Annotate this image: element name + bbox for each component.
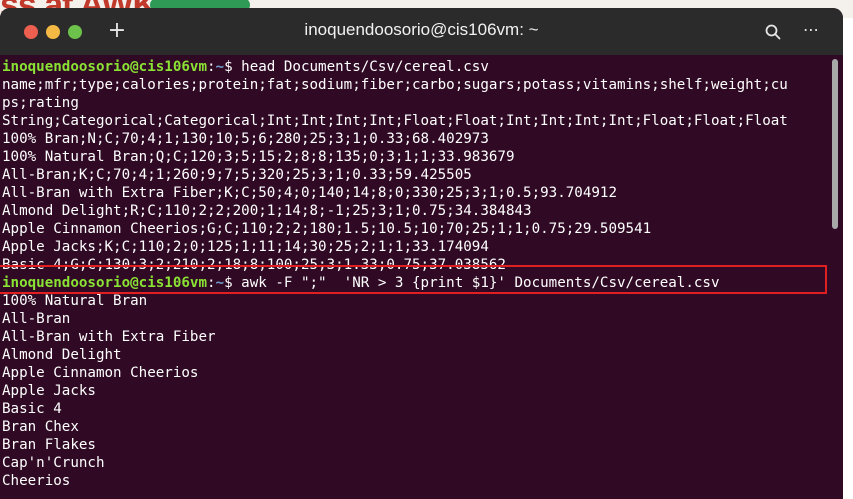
- output-line: 100% Bran;N;C;70;4;1;130;10;5;6;280;25;3…: [2, 131, 489, 147]
- output-line: All-Bran with Extra Fiber;K;C;50;4;0;140…: [2, 185, 617, 201]
- output-line: All-Bran with Extra Fiber: [2, 329, 216, 345]
- terminal-output[interactable]: inoquendoosorio@cis106vm:~$ head Documen…: [0, 55, 843, 499]
- output-line: Almond Delight;R;C;110;2;2;200;1;14;8;-1…: [2, 203, 532, 219]
- output-line: Cheerios: [2, 473, 71, 489]
- title-bar[interactable]: + inoquendoosorio@cis106vm: ~ ⋯: [0, 8, 843, 55]
- output-line: ps;rating: [2, 95, 79, 111]
- prompt-path: ~: [215, 59, 225, 75]
- output-line: Bran Flakes: [2, 437, 96, 453]
- prompt-symbol: $: [224, 59, 233, 75]
- output-line: Cap'n'Crunch: [2, 455, 105, 471]
- command-text: head Documents/Csv/cereal.csv: [232, 59, 489, 75]
- output-line: 100% Natural Bran;Q;C;120;3;5;15;2;8;8;1…: [2, 149, 515, 165]
- output-line: Almond Delight: [2, 347, 122, 363]
- window-title: inoquendoosorio@cis106vm: ~: [304, 20, 539, 39]
- output-line: All-Bran: [2, 311, 71, 327]
- output-line: Apple Cinnamon Cheerios;G;C;110;2;2;180;…: [2, 221, 652, 237]
- output-line: Basic 4: [2, 401, 62, 417]
- output-line: Bran Chex: [2, 419, 79, 435]
- prompt-line: inoquendoosorio@cis106vm:~$ head Documen…: [2, 58, 489, 76]
- search-icon[interactable]: [763, 22, 783, 42]
- command-highlight-box: [0, 265, 827, 294]
- output-line: Apple Jacks;K;C;110;2;0;125;1;11;14;30;2…: [2, 239, 489, 255]
- menu-icon[interactable]: ⋯: [800, 21, 822, 41]
- scrollbar-thumb[interactable]: [832, 59, 838, 229]
- terminal-window: + inoquendoosorio@cis106vm: ~ ⋯ inoquend…: [0, 8, 843, 499]
- output-line: All-Bran;K;C;70;4;1;260;9;7;5;320;25;3;1…: [2, 167, 472, 183]
- prompt-user-host: inoquendoosorio@cis106vm: [2, 59, 207, 75]
- output-line: Apple Jacks: [2, 383, 96, 399]
- output-line: Apple Cinnamon Cheerios: [2, 365, 199, 381]
- output-line: 100% Natural Bran: [2, 293, 148, 309]
- prompt-separator: :: [207, 59, 216, 75]
- output-line: String;Categorical;Categorical;Int;Int;I…: [2, 113, 788, 129]
- output-line: name;mfr;type;calories;protein;fat;sodiu…: [2, 77, 788, 93]
